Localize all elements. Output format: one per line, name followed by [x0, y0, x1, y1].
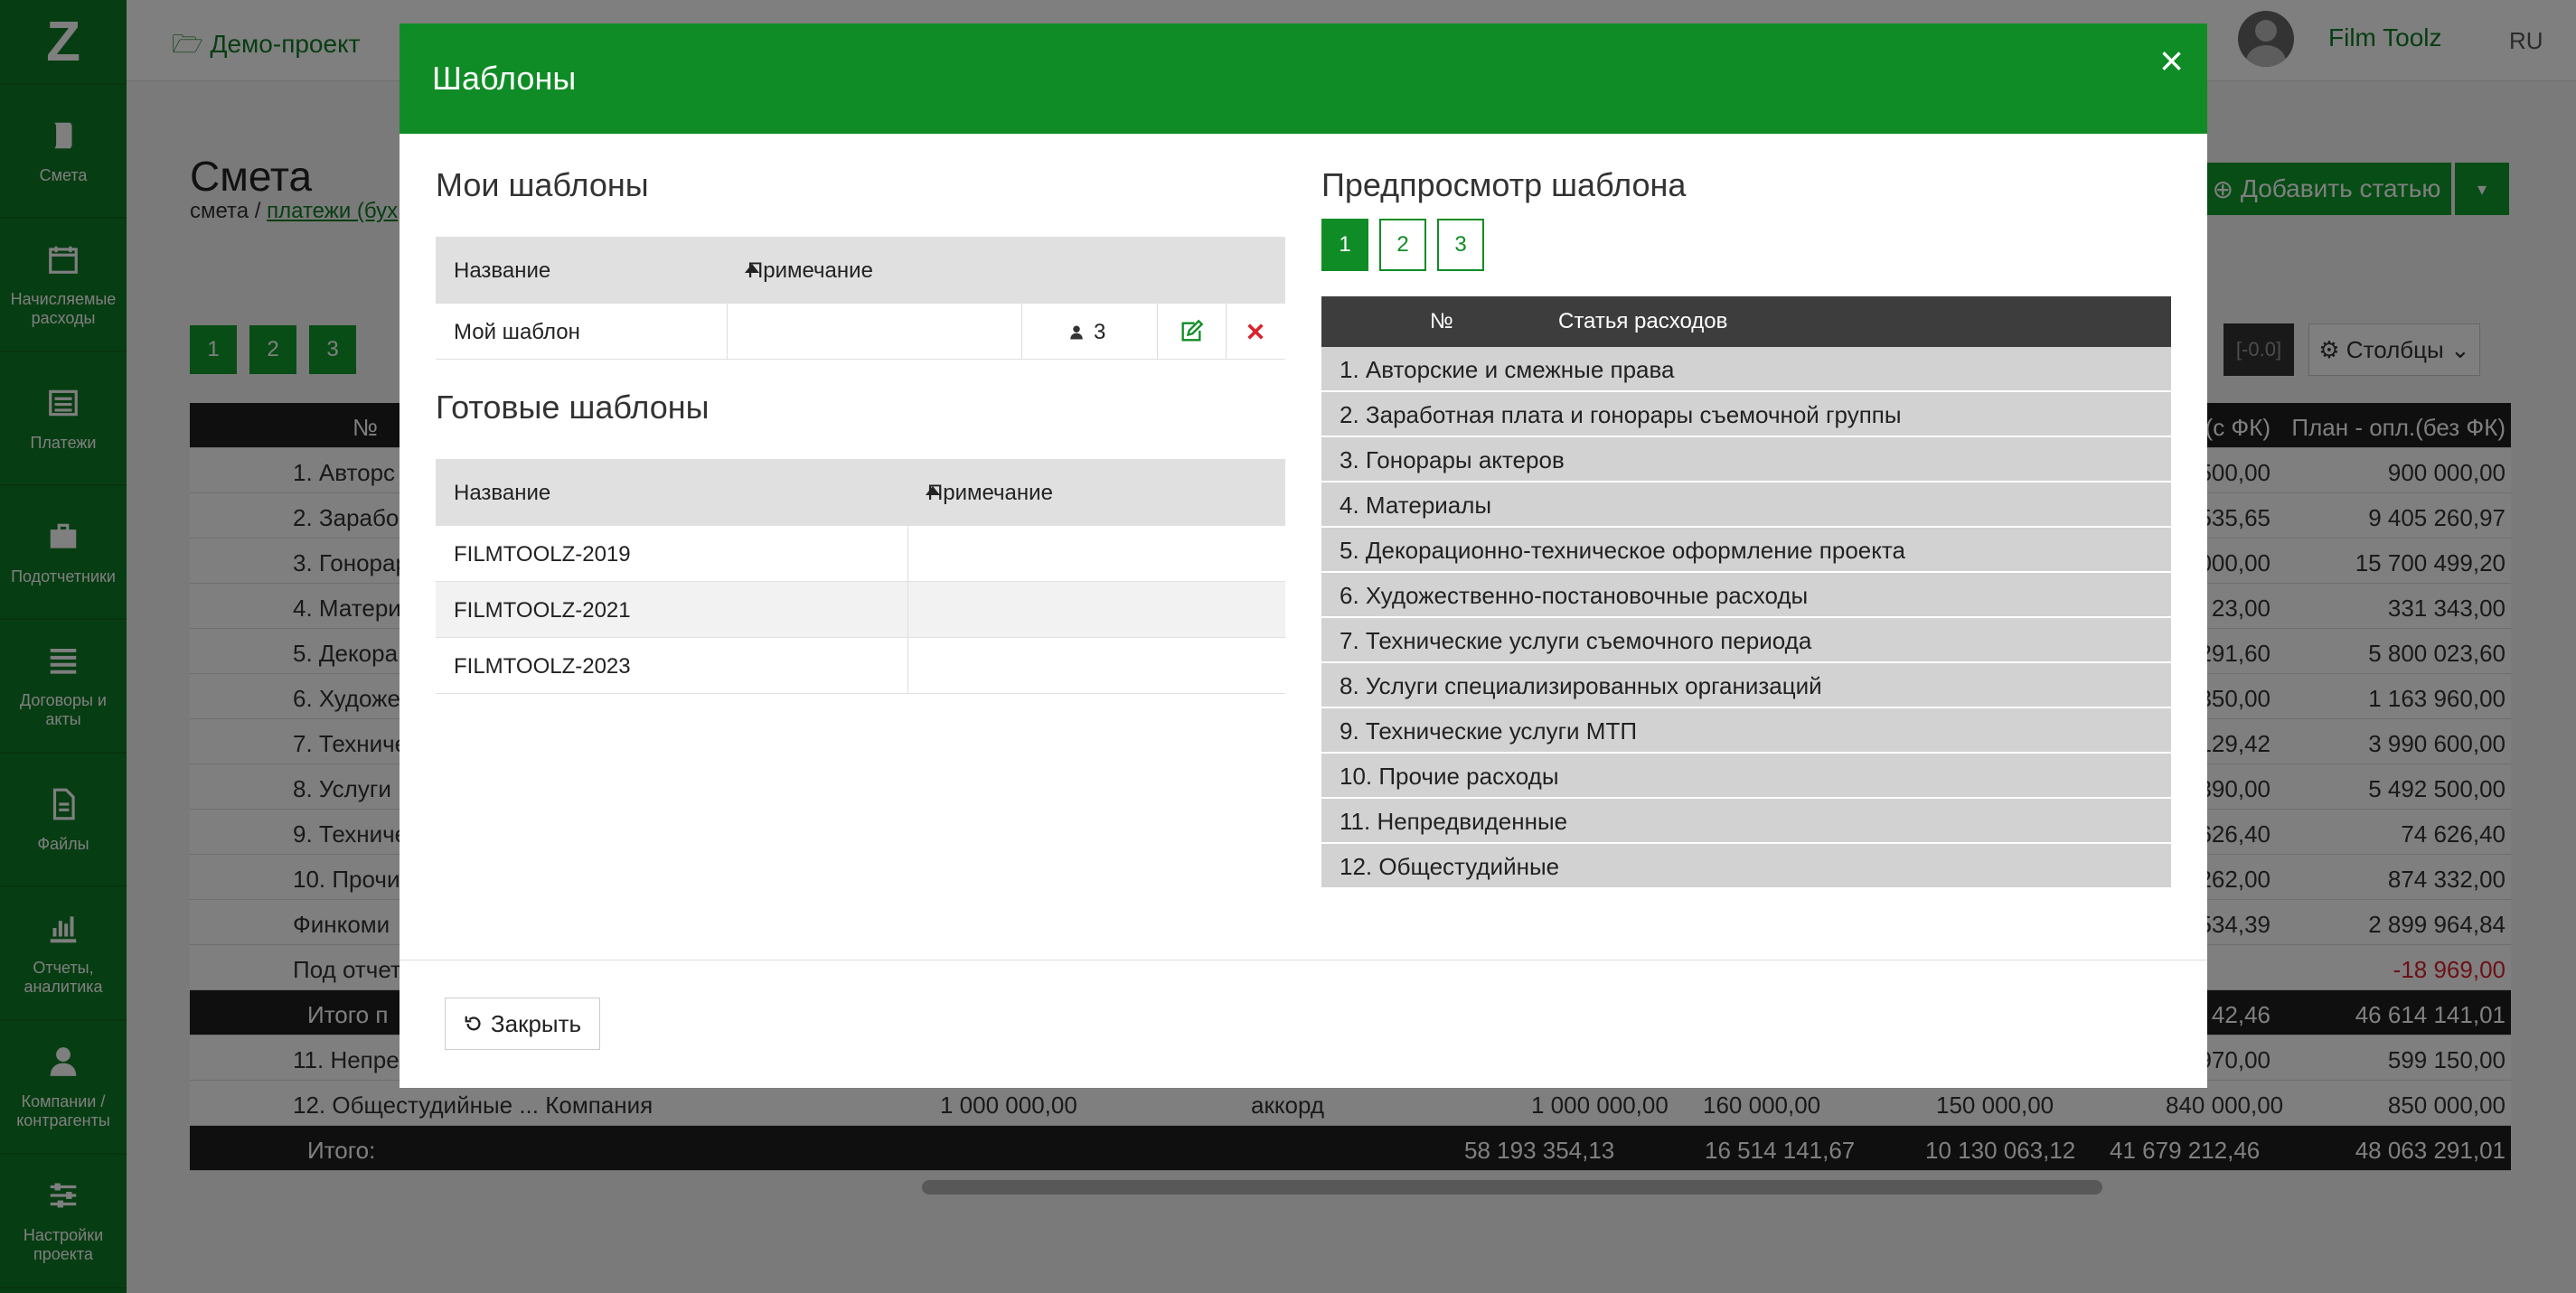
- edit-icon: [1181, 319, 1204, 342]
- template-row[interactable]: FILMTOOLZ-2019: [436, 526, 1285, 582]
- preview-row: 6. Художественно-постановочные расходы: [1321, 573, 2171, 618]
- user-icon: [1070, 325, 1083, 340]
- template-row[interactable]: FILMTOOLZ-2021: [436, 582, 1285, 638]
- template-name: FILMTOOLZ-2019: [454, 542, 631, 567]
- preview-row: 7. Технические услуги съемочного периода: [1321, 618, 2171, 663]
- ready-templates-title: Готовые шаблоны: [436, 389, 710, 426]
- my-templates-table: Название Примечание Мой шаблон 3: [436, 237, 1285, 360]
- cell-divider: [907, 582, 908, 638]
- preview-row: 5. Декорационно-техническое оформление п…: [1321, 528, 2171, 573]
- preview-row: 2. Заработная плата и гонорары съемочной…: [1321, 392, 2171, 437]
- count-value: 3: [1094, 320, 1106, 344]
- cell-divider: [727, 304, 728, 360]
- template-row[interactable]: Мой шаблон 3: [436, 304, 1285, 360]
- template-name: FILMTOOLZ-2021: [454, 598, 631, 623]
- col-name-header[interactable]: Название: [454, 481, 550, 506]
- modal-title: Шаблоны: [432, 60, 577, 97]
- col-name-header[interactable]: Название: [454, 258, 550, 284]
- cell-divider: [1021, 304, 1022, 360]
- delete-template-button[interactable]: [1226, 304, 1285, 360]
- cell-divider: [907, 638, 908, 694]
- cell-divider: [907, 526, 908, 582]
- preview-row: 9. Технические услуги МТП: [1321, 708, 2171, 754]
- preview-row: 3. Гонорары актеров: [1321, 437, 2171, 483]
- col-note-header[interactable]: Примечание: [747, 258, 873, 284]
- template-name: FILMTOOLZ-2023: [454, 654, 631, 679]
- my-templates-title: Мои шаблоны: [436, 166, 649, 203]
- delete-icon: [1247, 323, 1264, 340]
- undo-icon: [465, 1016, 481, 1031]
- preview-table: № Статья расходов 1. Авторские и смежные…: [1321, 296, 2171, 889]
- preview-row: 11. Непредвиденные: [1321, 799, 2171, 844]
- template-row[interactable]: FILMTOOLZ-2023: [436, 638, 1285, 694]
- table-header: Название Примечание: [436, 237, 1285, 304]
- modal-header: Шаблоны ×: [400, 23, 2207, 134]
- shared-users-count: 3: [1068, 320, 1105, 345]
- table-header: № Статья расходов: [1321, 296, 2171, 347]
- preview-page-button[interactable]: 2: [1379, 219, 1426, 271]
- preview-row: 4. Материалы: [1321, 483, 2171, 528]
- ready-templates-table: Название Примечание FILMTOOLZ-2019 FILMT…: [436, 459, 1285, 694]
- template-name: Мой шаблон: [454, 320, 580, 344]
- edit-template-button[interactable]: [1157, 304, 1226, 360]
- table-header: Название Примечание: [436, 459, 1285, 526]
- preview-row: 1. Авторские и смежные права: [1321, 347, 2171, 392]
- preview-page-button[interactable]: 3: [1437, 219, 1484, 271]
- col-item-header: Статья расходов: [1558, 309, 1728, 333]
- preview-row: 8. Услуги специализированных организаций: [1321, 663, 2171, 708]
- col-note-header[interactable]: Примечание: [927, 481, 1053, 506]
- preview-page-button[interactable]: 1: [1321, 219, 1368, 271]
- close-button-label: Закрыть: [490, 1009, 582, 1037]
- close-icon[interactable]: ×: [2159, 36, 2184, 85]
- preview-row: 10. Прочие расходы: [1321, 754, 2171, 799]
- col-num-header: №: [1430, 309, 1453, 333]
- preview-pagination: 1 2 3: [1321, 219, 1484, 271]
- templates-modal: Шаблоны × Мои шаблоны Название Примечани…: [400, 23, 2207, 1088]
- close-button[interactable]: Закрыть: [445, 998, 600, 1050]
- preview-title: Предпросмотр шаблона: [1321, 166, 1687, 203]
- preview-row: 12. Общестудийные: [1321, 844, 2171, 889]
